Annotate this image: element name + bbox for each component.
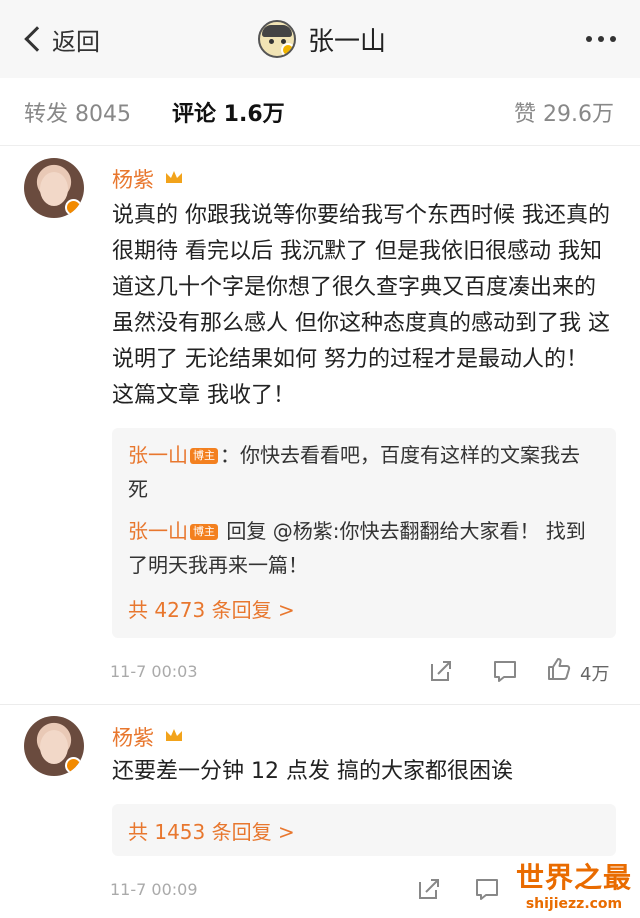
verified-badge-icon (65, 199, 82, 216)
watermark: 世界之最 shijiezz.com (516, 856, 632, 912)
page-title: 张一山 (308, 26, 387, 57)
verified-badge-icon (281, 43, 294, 56)
reply-item[interactable]: 张一山 博主 ：你快去看看吧，百度有这样的文案我去死 (128, 438, 598, 506)
avatar[interactable] (24, 158, 84, 218)
back-button[interactable]: 返回 (22, 20, 100, 58)
watermark-url: shijiezz.com (525, 896, 623, 912)
author-badge: 博主 (190, 448, 218, 464)
share-icon[interactable] (416, 876, 442, 902)
reply-username[interactable]: 张一山 (128, 443, 188, 467)
share-icon[interactable] (428, 658, 454, 684)
tab-comment[interactable]: 评论 1.6万 (172, 96, 285, 128)
reply-box: 共 1453 条回复 > (112, 804, 616, 856)
comment-text: 说真的 你跟我说等你要给我写个东西时候 我还真的很期待 看完以后 我沉默了 但是… (112, 203, 610, 408)
reply-username[interactable]: 张一山 (128, 519, 188, 543)
comment-icon[interactable] (492, 658, 518, 684)
comment-icon[interactable] (474, 876, 500, 902)
tab-repost[interactable]: 转发 8045 (24, 96, 131, 128)
chevron-left-icon (24, 26, 50, 52)
author-badge: 博主 (190, 524, 218, 540)
tab-like[interactable]: 赞 29.6万 (514, 96, 614, 128)
crown-icon (166, 729, 182, 741)
view-replies-link[interactable]: 共 1453 条回复 > (128, 816, 295, 845)
tab-bar: 转发 8045 评论 1.6万 赞 29.6万 (0, 78, 640, 146)
like-icon[interactable] (546, 656, 572, 682)
reply-box: 张一山 博主 ：你快去看看吧，百度有这样的文案我去死 张一山 博主 回复 @杨紫:你快… (112, 428, 616, 638)
crown-icon (166, 171, 182, 183)
watermark-title: 世界之最 (515, 861, 632, 894)
verified-badge-icon (65, 757, 82, 774)
comment-timestamp: 11-7 00:09 (110, 880, 198, 899)
comment-text: 还要差一分钟 12 点发 搞的大家都很困诶 (112, 759, 513, 784)
view-replies-link[interactable]: 共 4273 条回复 > (128, 594, 295, 623)
comment-timestamp: 11-7 00:03 (110, 662, 198, 681)
comment-username[interactable]: 杨紫 (112, 164, 154, 194)
avatar (258, 20, 296, 58)
comment-username[interactable]: 杨紫 (112, 722, 154, 752)
divider (0, 704, 640, 705)
profile-title[interactable]: 张一山 (258, 18, 386, 60)
reply-item[interactable]: 张一山 博主 回复 @杨紫:你快去翻翻给大家看！ 找到了明天我再来一篇！ (128, 514, 598, 582)
top-bar: 返回 张一山 (0, 0, 640, 78)
like-count: 4万 (580, 664, 610, 685)
more-options-icon[interactable] (586, 36, 616, 42)
avatar[interactable] (24, 716, 84, 776)
back-label: 返回 (52, 27, 100, 56)
